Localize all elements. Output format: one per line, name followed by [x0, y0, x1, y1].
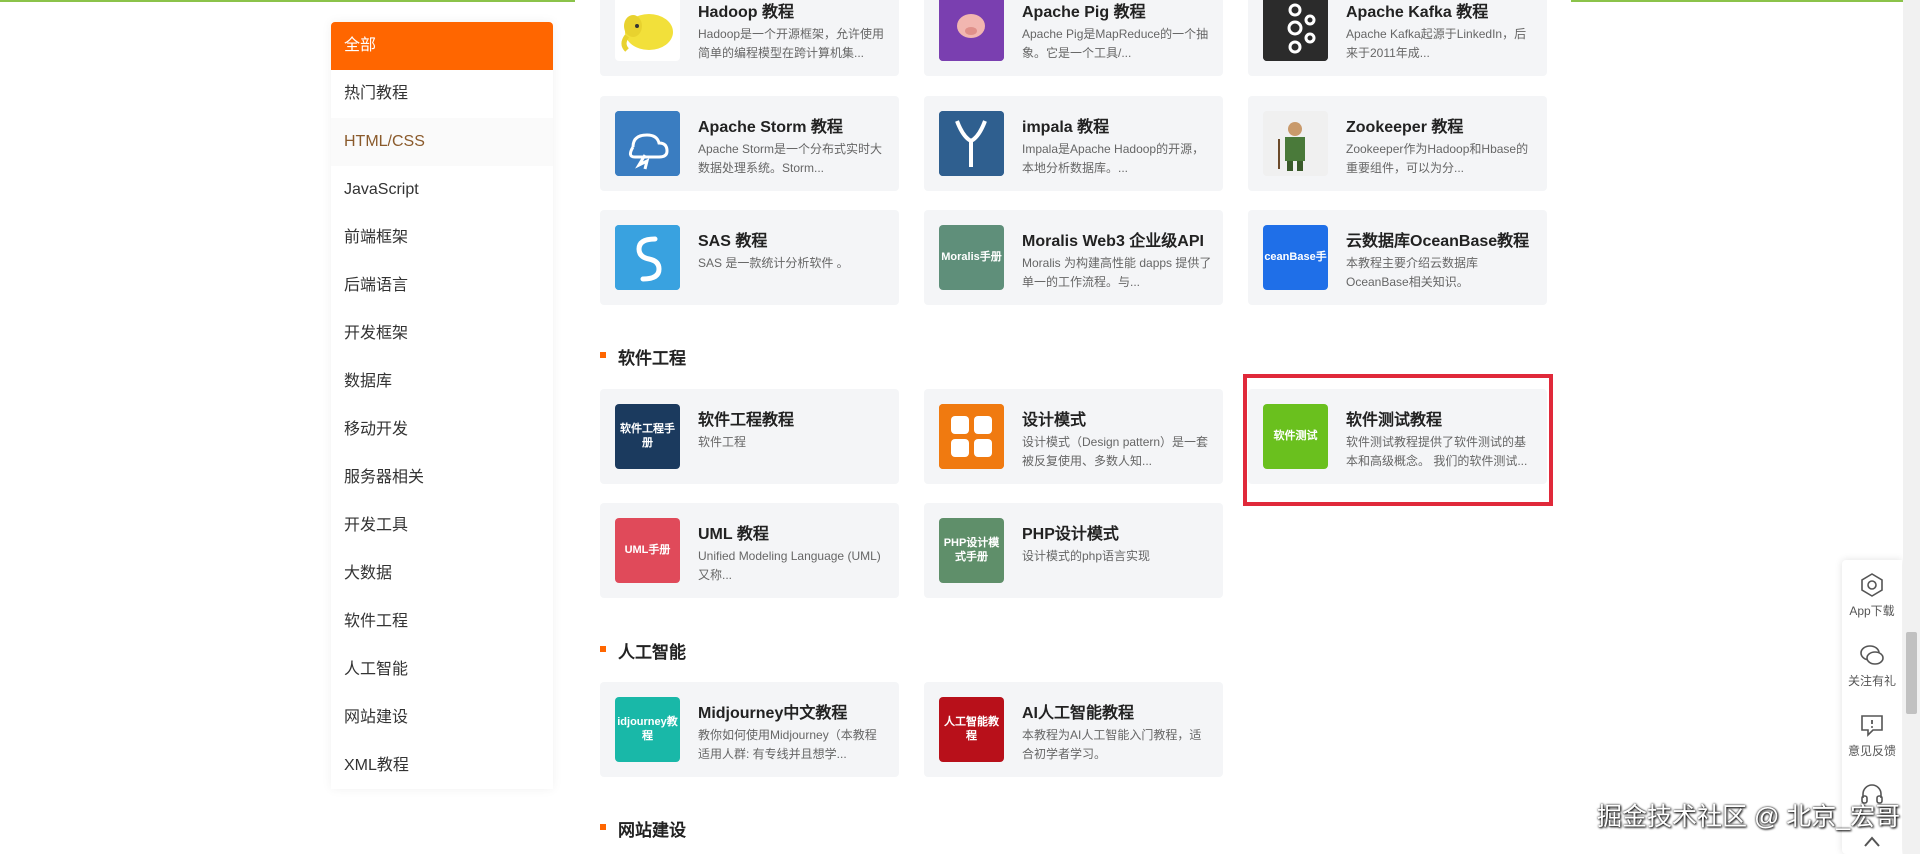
- course-card-oceanbase[interactable]: ceanBase手 云数据库OceanBase教程 本教程主要介绍云数据库Oce…: [1248, 210, 1547, 305]
- feedback-label: 意见反馈: [1847, 744, 1896, 758]
- card-title: 云数据库OceanBase教程: [1346, 233, 1530, 250]
- sidebar-item-frontend-frameworks[interactable]: 前端框架: [331, 214, 553, 262]
- card-title: Midjourney中文教程: [698, 705, 848, 722]
- card-title: SAS 教程: [698, 233, 768, 250]
- course-card-apache-pig[interactable]: Apache Pig 教程 Apache Pig是MapReduce的一个抽象。…: [924, 0, 1223, 76]
- card-title: Moralis Web3 企业级API: [1022, 233, 1204, 250]
- sidebar-item-bigdata[interactable]: 大数据: [331, 550, 553, 598]
- card-title: PHP设计模式: [1022, 526, 1119, 543]
- card-title: 软件工程教程: [698, 412, 795, 429]
- sidebar-item-mobile[interactable]: 移动开发: [331, 406, 553, 454]
- card-title: UML 教程: [698, 526, 769, 543]
- sidebar-item-html-css[interactable]: HTML/CSS: [331, 118, 553, 166]
- card-title: impala 教程: [1022, 119, 1110, 136]
- tutorial-list-main: Hadoop 教程 Hadoop是一个开源框架，允许使用简单的编程模型在跨计算机…: [575, 0, 1571, 854]
- page-scrollbar-track[interactable]: [1903, 0, 1920, 854]
- sidebar-item-javascript[interactable]: JavaScript: [331, 166, 553, 214]
- sidebar-item-website[interactable]: 网站建设: [331, 694, 553, 742]
- feedback-button[interactable]: 意见反馈: [1842, 712, 1902, 759]
- wechat-icon: [1860, 645, 1884, 665]
- course-card-zookeeper[interactable]: Zookeeper 教程 Zookeeper作为Hadoop和Hbase的重要组…: [1248, 96, 1547, 191]
- page-scrollbar-thumb[interactable]: [1906, 632, 1917, 714]
- category-sidebar: 全部 热门教程 HTML/CSS JavaScript 前端框架 后端语言 开发…: [331, 22, 553, 789]
- card-desc: Apache Kafka起源于LinkedIn，后来于2011年成...: [1346, 27, 1527, 60]
- card-desc: Impala是Apache Hadoop的开源，本地分析数据库。...: [1022, 142, 1205, 175]
- card-desc: Zookeeper作为Hadoop和Hbase的重要组件，可以为分...: [1346, 142, 1529, 175]
- sidebar-item-software-engineering[interactable]: 软件工程: [331, 598, 553, 646]
- sidebar-item-backend-languages[interactable]: 后端语言: [331, 262, 553, 310]
- card-title: Apache Kafka 教程: [1346, 4, 1489, 21]
- sidebar-item-hot[interactable]: 热门教程: [331, 70, 553, 118]
- impala-antelope-icon: [939, 111, 1004, 176]
- sas-logo-icon: [615, 225, 680, 290]
- php-design-patterns-thumb: PHP设计模式手册: [939, 518, 1004, 583]
- sidebar-item-dev-tools[interactable]: 开发工具: [331, 502, 553, 550]
- sidebar-item-ai[interactable]: 人工智能: [331, 646, 553, 694]
- app-download-button[interactable]: App下载: [1842, 572, 1902, 619]
- sidebar-item-all[interactable]: 全部: [331, 22, 553, 70]
- app-download-label: App下载: [1849, 604, 1895, 618]
- course-card-sas[interactable]: SAS 教程 SAS 是一款统计分析软件 。: [600, 210, 899, 305]
- card-desc: Apache Storm是一个分布式实时大数据处理系统。Storm...: [698, 142, 883, 175]
- course-card-apache-kafka[interactable]: Apache Kafka 教程 Apache Kafka起源于LinkedIn，…: [1248, 0, 1547, 76]
- section-title-website: 网站建设: [600, 816, 686, 841]
- follow-button[interactable]: 关注有礼: [1842, 642, 1902, 689]
- section-title-software-engineering: 软件工程: [600, 344, 686, 369]
- sidebar-item-server[interactable]: 服务器相关: [331, 454, 553, 502]
- feedback-icon: [1861, 715, 1883, 737]
- oceanbase-thumb: ceanBase手: [1263, 225, 1328, 290]
- app-download-icon: [1861, 573, 1883, 597]
- course-card-hadoop[interactable]: Hadoop 教程 Hadoop是一个开源框架，允许使用简单的编程模型在跨计算机…: [600, 0, 899, 76]
- card-desc: Unified Modeling Language (UML)又称...: [698, 549, 881, 582]
- course-card-software-engineering[interactable]: 软件工程手册 软件工程教程 软件工程: [600, 389, 899, 484]
- course-card-php-design-patterns[interactable]: PHP设计模式手册 PHP设计模式 设计模式的php语言实现: [924, 503, 1223, 598]
- card-desc: 设计模式（Design pattern）是一套被反复使用、多数人知...: [1022, 435, 1209, 468]
- sidebar-item-database[interactable]: 数据库: [331, 358, 553, 406]
- card-desc: 教你如何使用Midjourney（本教程适用人群: 有专线并且想学...: [698, 728, 877, 761]
- card-title: Apache Pig 教程: [1022, 4, 1146, 21]
- card-desc: 本教程主要介绍云数据库OceanBase相关知识。: [1346, 256, 1479, 289]
- card-desc: Moralis 为构建高性能 dapps 提供了单一的工作流程。与...: [1022, 256, 1212, 289]
- ai-tutorial-thumb: 人工智能教程: [939, 697, 1004, 762]
- midjourney-thumb: idjourney教程: [615, 697, 680, 762]
- follow-label: 关注有礼: [1847, 674, 1896, 688]
- course-card-midjourney[interactable]: idjourney教程 Midjourney中文教程 教你如何使用Midjour…: [600, 682, 899, 777]
- card-title: AI人工智能教程: [1022, 705, 1135, 722]
- moralis-thumb: Moralis手册: [939, 225, 1004, 290]
- card-title: 设计模式: [1022, 412, 1087, 429]
- course-card-impala[interactable]: impala 教程 Impala是Apache Hadoop的开源，本地分析数据…: [924, 96, 1223, 191]
- card-desc: Hadoop是一个开源框架，允许使用简单的编程模型在跨计算机集...: [698, 27, 885, 60]
- hadoop-elephant-icon: [615, 0, 680, 61]
- highlight-annotation-box: [1243, 374, 1553, 506]
- course-card-uml[interactable]: UML手册 UML 教程 Unified Modeling Language (…: [600, 503, 899, 598]
- uml-thumb: UML手册: [615, 518, 680, 583]
- card-desc: 设计模式的php语言实现: [1022, 549, 1151, 563]
- sidebar-item-dev-frameworks[interactable]: 开发框架: [331, 310, 553, 358]
- course-card-apache-storm[interactable]: Apache Storm 教程 Apache Storm是一个分布式实时大数据处…: [600, 96, 899, 191]
- course-card-design-patterns[interactable]: 设计模式 设计模式（Design pattern）是一套被反复使用、多数人知..…: [924, 389, 1223, 484]
- watermark-text: 掘金技术社区 @ 北京_宏哥: [1597, 803, 1901, 831]
- card-title: Zookeeper 教程: [1346, 119, 1464, 136]
- card-title: Apache Storm 教程: [698, 119, 843, 136]
- kafka-icon: [1263, 0, 1328, 61]
- card-desc: SAS 是一款统计分析软件 。: [698, 256, 849, 270]
- course-card-moralis[interactable]: Moralis手册 Moralis Web3 企业级API Moralis 为构…: [924, 210, 1223, 305]
- section-title-ai: 人工智能: [600, 638, 686, 663]
- zookeeper-keeper-icon: [1263, 111, 1328, 176]
- sidebar-item-xml[interactable]: XML教程: [331, 742, 553, 790]
- storm-cloud-icon: [615, 111, 680, 176]
- card-title: Hadoop 教程: [698, 4, 794, 21]
- course-card-ai[interactable]: 人工智能教程 AI人工智能教程 本教程为AI人工智能入门教程，适合初学者学习。: [924, 682, 1223, 777]
- card-desc: Apache Pig是MapReduce的一个抽象。它是一个工具/...: [1022, 27, 1209, 60]
- pig-icon: [939, 0, 1004, 61]
- card-desc: 软件工程: [698, 435, 747, 449]
- software-engineering-thumb: 软件工程手册: [615, 404, 680, 469]
- design-patterns-grid-icon: [939, 404, 1004, 469]
- card-desc: 本教程为AI人工智能入门教程，适合初学者学习。: [1022, 728, 1202, 761]
